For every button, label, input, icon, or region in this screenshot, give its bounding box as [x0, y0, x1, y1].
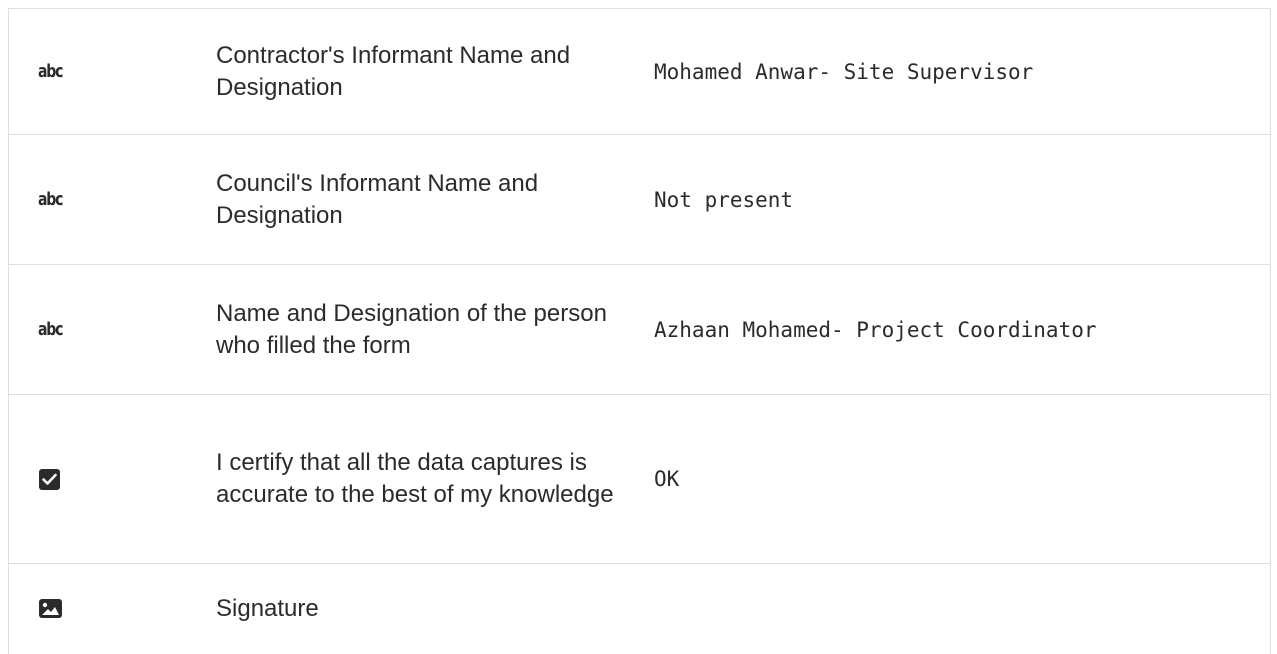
field-label: Signature — [216, 595, 319, 622]
image-icon — [38, 598, 62, 621]
field-type-cell: abc — [9, 319, 216, 340]
checkbox-icon — [38, 468, 61, 491]
form-response-table: abc Contractor's Informant Name and Desi… — [8, 8, 1271, 654]
field-label: Council's Informant Name and Designation — [216, 169, 539, 229]
field-value: Mohamed Anwar- Site Supervisor — [654, 59, 1034, 84]
text-type-icon: abc — [38, 189, 64, 210]
field-type-cell — [9, 598, 216, 621]
field-label: Contractor's Informant Name and Designat… — [216, 41, 571, 101]
table-row: Signature — [9, 564, 1270, 654]
field-type-cell: abc — [9, 189, 216, 210]
table-row: I certify that all the data captures is … — [9, 395, 1270, 564]
field-label: Name and Designation of the person who f… — [216, 299, 607, 359]
field-value: Not present — [654, 187, 794, 212]
field-value: OK — [654, 467, 680, 491]
table-row: abc Contractor's Informant Name and Desi… — [9, 9, 1270, 135]
text-type-icon: abc — [38, 61, 64, 82]
field-type-cell: abc — [9, 61, 216, 82]
table-row: abc Name and Designation of the person w… — [9, 265, 1270, 395]
field-label: I certify that all the data captures is … — [216, 449, 614, 508]
field-type-cell — [9, 468, 216, 491]
field-value: Azhaan Mohamed- Project Coordinator — [654, 317, 1097, 342]
text-type-icon: abc — [38, 319, 64, 340]
table-row: abc Council's Informant Name and Designa… — [9, 135, 1270, 265]
